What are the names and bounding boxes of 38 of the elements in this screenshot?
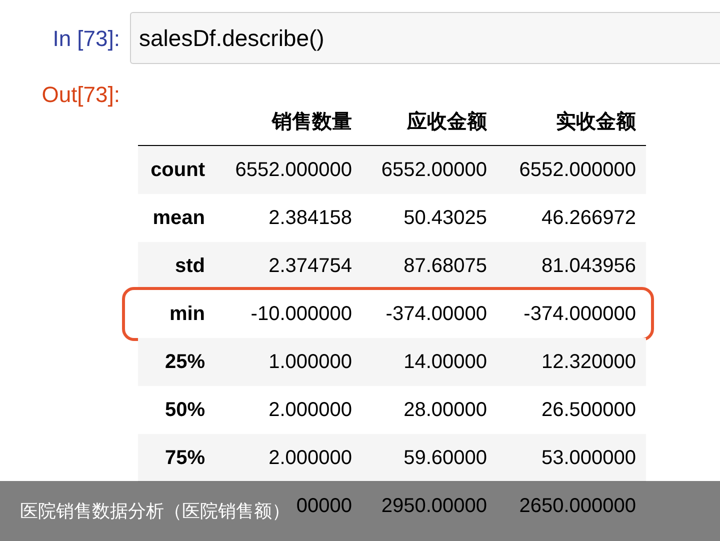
table-cell-text: 2.000000 [268, 446, 352, 471]
column-header: 应收金额 [406, 110, 488, 134]
row-index: 50% [164, 398, 206, 423]
table-cell-text: 2.000000 [268, 398, 352, 423]
table-cell-text: 6552.000000 [519, 158, 636, 183]
table-cell-text: -10.000000 [250, 302, 352, 327]
row-index: 75% [164, 446, 206, 471]
column-header: 实收金额 [555, 110, 637, 134]
table-cell-text: -374.00000 [386, 302, 487, 327]
table-cell-text: 2.384158 [268, 206, 352, 231]
table-cell-text: 59.60000 [404, 446, 487, 471]
table-cell-text: 1.000000 [268, 350, 352, 375]
row-index: std [174, 254, 206, 279]
row-index: count [150, 158, 206, 183]
table-cell-text: 26.500000 [541, 398, 636, 423]
table-cell-text: 2650.000000 [519, 494, 636, 519]
row-index: mean [152, 206, 206, 231]
table-cell-text: 53.000000 [541, 446, 636, 471]
table-cell-text: 81.043956 [541, 254, 636, 279]
row-index: min [168, 302, 206, 327]
table-cell-text: 2.374754 [268, 254, 352, 279]
table-cell-text: 00000 [296, 494, 352, 519]
column-header: 销售数量 [270, 110, 353, 134]
table-cell-text: 6552.000000 [235, 158, 352, 183]
table-cell-text: 28.00000 [404, 398, 487, 423]
table-cell-text: 2950.00000 [381, 494, 487, 519]
caption-text: 医院销售数据分析（医院销售额） [20, 500, 290, 522]
table-cell-text: 46.266972 [541, 206, 636, 231]
table-cell-text: -374.000000 [524, 302, 636, 327]
table-cell-text: 6552.00000 [381, 158, 487, 183]
code-input[interactable]: salesDf.describe() [130, 12, 720, 64]
input-prompt: In [73]: [52, 24, 121, 53]
output-prompt: Out[73]: [40, 81, 121, 109]
table-cell-text: 14.00000 [404, 350, 487, 375]
table-cell-text: 50.43025 [404, 206, 487, 231]
table-cell-text: 12.320000 [541, 350, 636, 375]
row-index: 25% [164, 350, 206, 375]
table-cell-text: 87.68075 [404, 254, 487, 279]
